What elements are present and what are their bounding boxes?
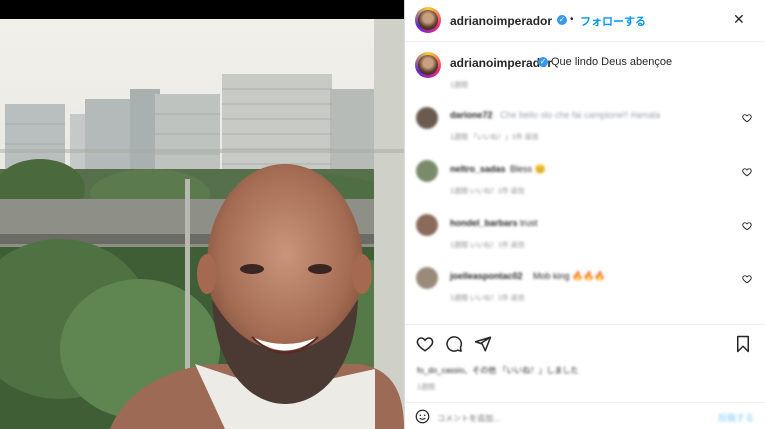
add-comment-bar: 投稿する — [405, 402, 765, 429]
post-time: 1週間 — [417, 384, 435, 391]
comment-avatar[interactable] — [416, 267, 438, 289]
like-heart-icon[interactable] — [416, 335, 434, 353]
heart-icon[interactable] — [742, 113, 752, 123]
comment-meta: 1週間 いいね！1件 返信 — [450, 242, 525, 249]
post-actions — [405, 324, 765, 353]
comment-username[interactable]: darione72 — [450, 110, 493, 120]
heart-icon[interactable] — [742, 221, 752, 231]
comment-meta: 1週間 「いいね！」1件 返信 — [450, 134, 539, 141]
verified-badge-icon: ✓ — [557, 15, 567, 25]
comment-text: Che bello sto che fai campione!! #amala — [500, 110, 661, 120]
selfie-photo — [0, 19, 404, 429]
ellipsis-icon[interactable]: ✕ — [733, 11, 746, 28]
heart-icon[interactable] — [742, 274, 752, 284]
post-comment-button[interactable]: 投稿する — [718, 411, 754, 424]
comment-meta: 1週間 いいね！1件 返信 — [450, 295, 525, 302]
author-username[interactable]: adrianoimperador — [450, 14, 552, 28]
caption-username[interactable]: adrianoimperador — [450, 56, 552, 70]
post-side-panel: adrianoimperador ✓ • フォローする ✕ adrianoimp… — [404, 0, 765, 429]
bookmark-icon[interactable] — [735, 335, 751, 353]
comment-text: Mob king 🔥🔥🔥 — [533, 271, 606, 281]
verified-badge-icon: ✓ — [538, 57, 548, 67]
comment-text: trust — [520, 218, 538, 228]
comment-avatar[interactable] — [416, 107, 438, 129]
post-header: adrianoimperador ✓ • フォローする ✕ — [405, 0, 765, 42]
comment-username[interactable]: hondel_barbars — [450, 218, 518, 228]
comment-icon[interactable] — [445, 335, 463, 353]
comment-input[interactable] — [435, 410, 699, 426]
caption-avatar[interactable] — [415, 52, 441, 78]
comment-avatar[interactable] — [416, 160, 438, 182]
follow-button[interactable]: フォローする — [580, 13, 646, 29]
comment-text: Bless 😊 — [510, 164, 546, 174]
comment-avatar[interactable] — [416, 214, 438, 236]
likes-summary[interactable]: fo_do_cassio、その他 「いいね！」しました — [417, 365, 578, 376]
media-top-bar — [0, 0, 404, 19]
separator-dot: • — [570, 14, 574, 25]
caption-time: 1週間 — [450, 82, 468, 89]
post-image — [0, 0, 404, 429]
caption-text: Que lindo Deus abençoe — [551, 56, 673, 68]
comment-meta: 1週間 いいね！1件 返信 — [450, 188, 525, 195]
share-icon[interactable] — [474, 335, 492, 353]
emoji-icon[interactable] — [415, 409, 430, 424]
comment-username[interactable]: neltro_sadas — [450, 164, 506, 174]
comment-username[interactable]: joelleaspontac02 — [450, 271, 523, 281]
author-avatar[interactable] — [415, 7, 441, 33]
heart-icon[interactable] — [742, 167, 752, 177]
